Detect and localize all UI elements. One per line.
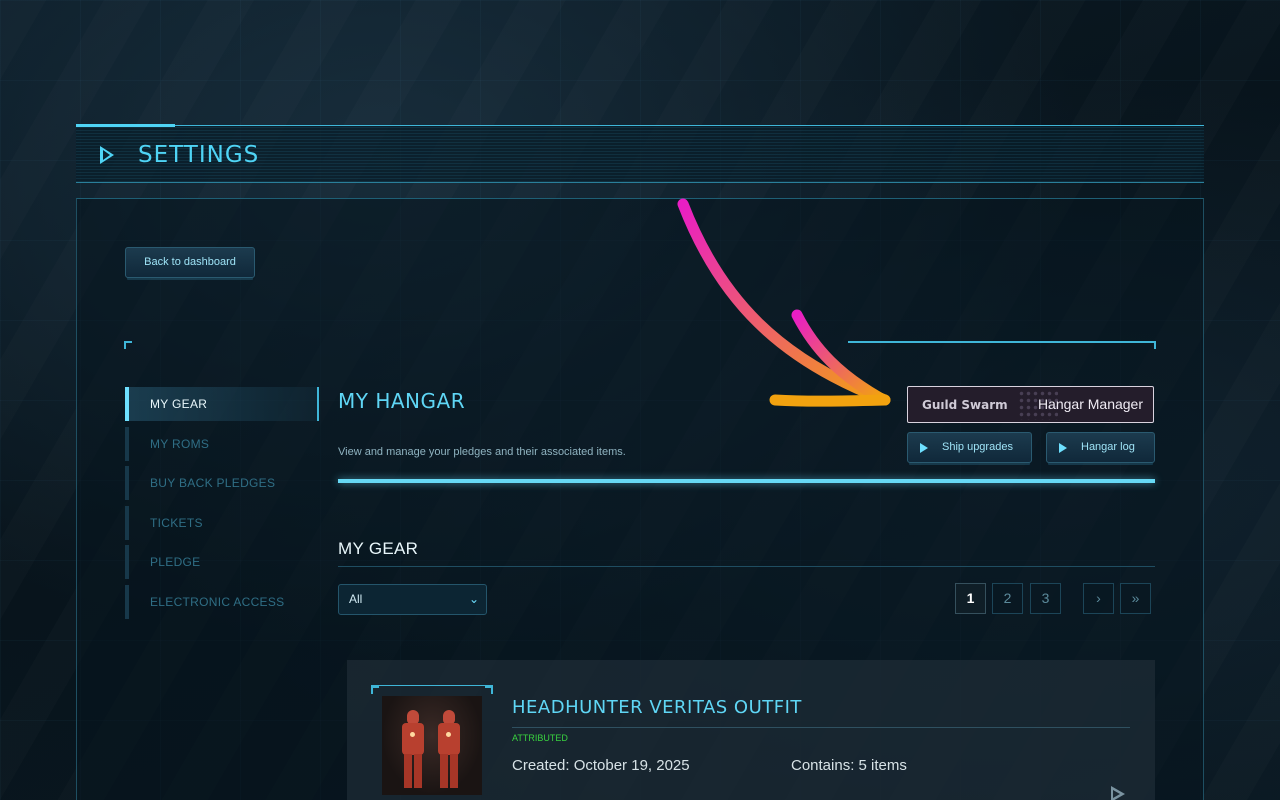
frame-corner-top-right <box>1148 341 1156 349</box>
guild-swarm-logo: Guıld Swarm <box>922 398 1008 412</box>
last-page-button[interactable]: » <box>1120 583 1151 614</box>
settings-header: SETTINGS <box>76 124 1204 183</box>
hangar-description: View and manage your pledges and their a… <box>338 446 626 458</box>
hangar-manager-label: Hangar Manager <box>1037 396 1143 412</box>
frame-corner-top-left <box>124 341 132 349</box>
item-created-date: Created: October 19, 2025 <box>512 757 690 774</box>
header-accent-line <box>76 124 175 127</box>
outfit-figure-left <box>400 710 426 788</box>
outfit-figure-right <box>436 710 462 788</box>
item-divider <box>512 727 1130 728</box>
chevron-down-icon: ⌄ <box>468 592 479 606</box>
sidebar-divider <box>317 387 319 421</box>
gear-divider <box>338 566 1155 567</box>
item-title: HEADHUNTER VERITAS OUTFIT <box>512 697 802 718</box>
play-icon <box>920 443 928 453</box>
sidebar-item-my-roms[interactable]: MY ROMS <box>125 427 317 461</box>
frame-top-line <box>848 341 1156 343</box>
hangar-log-button[interactable]: Hangar log <box>1046 432 1155 463</box>
ship-upgrades-button[interactable]: Ship upgrades <box>907 432 1032 463</box>
hangar-divider-bar <box>338 479 1155 483</box>
sidebar-item-tickets[interactable]: TICKETS <box>125 506 317 540</box>
gear-section-title: MY GEAR <box>338 539 419 558</box>
hangar-title: MY HANGAR <box>338 389 466 413</box>
next-page-button[interactable]: › <box>1083 583 1114 614</box>
page-button-3[interactable]: 3 <box>1030 583 1061 614</box>
hangar-log-label: Hangar log <box>1081 441 1135 453</box>
sidebar-item-buy-back-pledges[interactable]: BUY BACK PLEDGES <box>125 466 317 500</box>
hangar-manager-button[interactable]: Guıld Swarm Hangar Manager <box>907 386 1154 423</box>
item-contains-count: Contains: 5 items <box>791 757 907 774</box>
item-thumbnail <box>382 696 482 795</box>
item-status-badge: ATTRIBUTED <box>512 733 568 743</box>
page-button-2[interactable]: 2 <box>992 583 1023 614</box>
sidebar-item-my-gear[interactable]: MY GEAR <box>125 387 317 421</box>
page-title: SETTINGS <box>138 142 260 168</box>
page-button-1[interactable]: 1 <box>955 583 986 614</box>
gear-filter-select[interactable]: All ⌄ <box>338 584 487 615</box>
sidebar-item-electronic-access[interactable]: ELECTRONIC ACCESS <box>125 585 317 619</box>
ship-upgrades-label: Ship upgrades <box>942 441 1013 453</box>
back-to-dashboard-button[interactable]: Back to dashboard <box>125 247 255 278</box>
play-icon <box>100 146 114 164</box>
gear-filter-value: All <box>349 592 363 606</box>
play-icon <box>1059 443 1067 453</box>
expand-arrow-icon[interactable] <box>1111 786 1125 800</box>
sidebar-item-pledge[interactable]: PLEDGE <box>125 545 317 579</box>
